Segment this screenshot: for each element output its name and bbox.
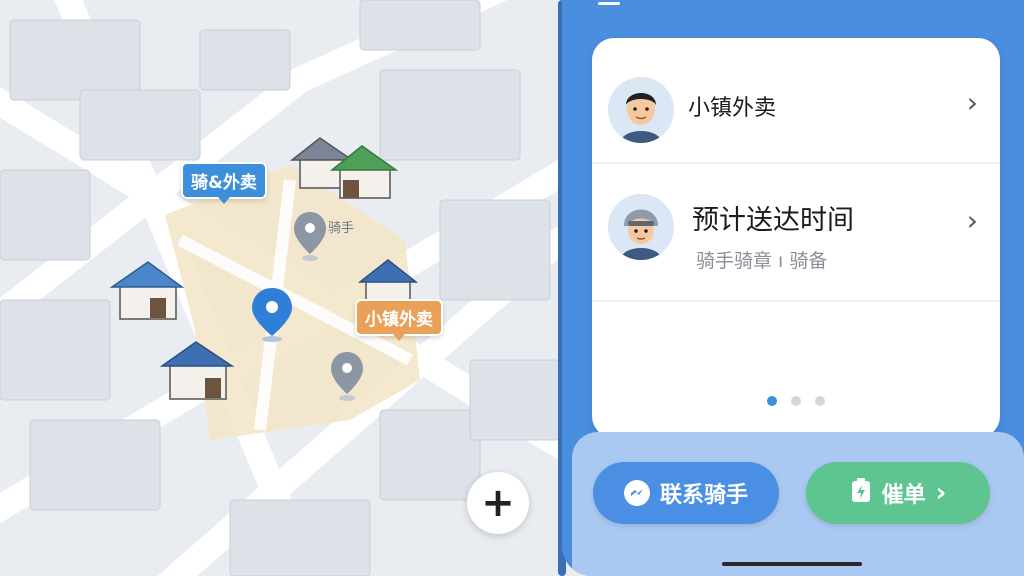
contact-rider-label: 联系骑手 [659,483,748,508]
urge-order-button[interactable]: 催单 › [806,462,990,524]
shop-owner-avatar-icon [608,77,674,143]
contact-rider-button[interactable]: 联系骑手 [593,462,779,524]
battery-icon [850,477,872,509]
zoom-in-button[interactable]: + [467,472,529,534]
eta-title: 预计送达时间 [692,205,854,236]
order-card: 小镇外卖 › 预计送达时间 骑手骑章 ı 骑备 › [592,38,1000,438]
page-dot[interactable] [767,396,777,406]
delivery-map[interactable]: 骑&外卖 小镇外卖 骑手 + [0,0,580,576]
chevron-right-icon: › [935,478,947,508]
order-panel: 小镇外卖 › 预计送达时间 骑手骑章 ı 骑备 › 联系骑手 催单 › [562,0,1024,576]
chevron-right-icon: › [966,86,978,119]
chat-icon [623,480,650,506]
shop-row[interactable]: 小镇外卖 › [592,64,1000,174]
page-indicator [592,396,1000,406]
shop-name: 小镇外卖 [688,96,777,121]
delivery-row[interactable]: 预计送达时间 骑手骑章 ı 骑备 › [592,176,1000,326]
home-indicator[interactable] [722,562,862,566]
rider-avatar-icon [608,194,674,260]
divider [592,300,1000,302]
rider-pin-text: 骑手 [328,221,355,236]
page-dot[interactable] [815,396,825,406]
divider [592,162,1000,164]
rider-info: 骑手骑章 ı 骑备 [696,250,828,272]
chevron-right-icon: › [966,204,978,237]
urge-order-label: 催单 [881,483,926,508]
app-screen: 骑&外卖 小镇外卖 骑手 + 小镇外卖 › 预计送达时间 骑手骑章 ı 骑备 ›… [0,0,1024,576]
shop-map-label[interactable]: 小镇外卖 [355,299,443,341]
page-dot[interactable] [791,396,801,406]
rider-map-label[interactable]: 骑&外卖 [181,162,267,204]
menu-icon[interactable] [598,2,620,5]
